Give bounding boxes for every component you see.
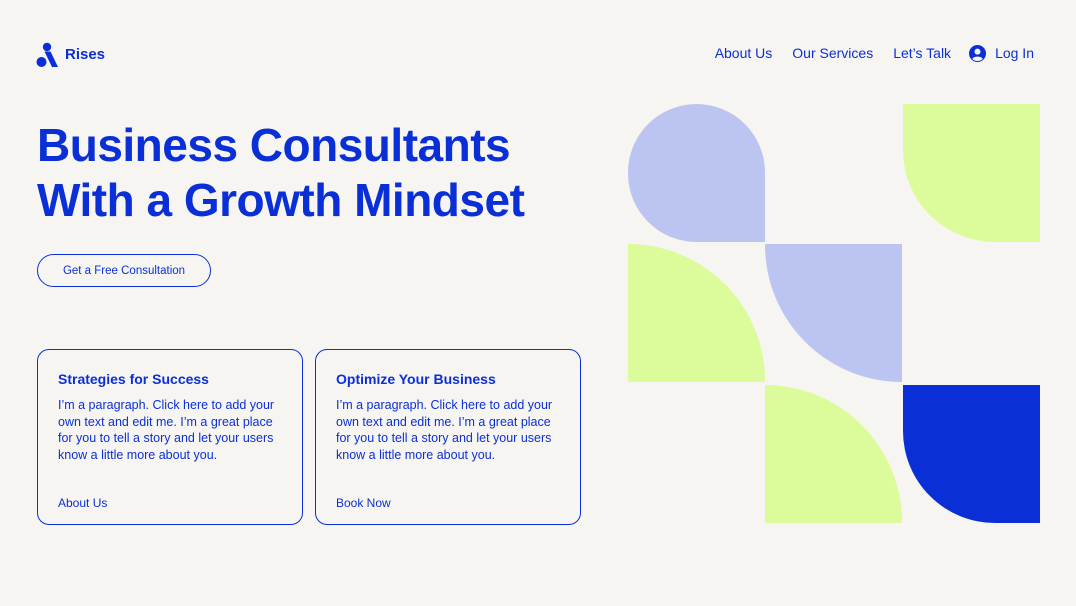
card-title: Optimize Your Business: [336, 371, 496, 387]
user-icon: [969, 44, 987, 62]
card-title: Strategies for Success: [58, 371, 209, 387]
book-now-link[interactable]: Book Now: [336, 496, 391, 510]
brand-name: Rises: [65, 46, 106, 63]
shape-lavender-quarter: [765, 244, 902, 382]
main-nav: About Us Our Services Let’s Talk Log In: [695, 44, 1034, 62]
card-paragraph: I’m a paragraph. Click here to add your …: [336, 398, 553, 462]
brand-logo[interactable]: Rises: [36, 41, 105, 68]
optimize-card: Optimize Your Business I’m a paragraph. …: [315, 349, 581, 525]
decorative-shapes: [628, 104, 1040, 523]
shape-lime-quarter: [628, 244, 765, 382]
about-us-link[interactable]: About Us: [58, 496, 107, 510]
logo-icon: [36, 42, 58, 67]
nav-about-us[interactable]: About Us: [715, 44, 773, 62]
hero-title-line-1: Business Consultants: [37, 119, 511, 171]
nav-our-services[interactable]: Our Services: [792, 44, 873, 62]
strategies-card: Strategies for Success I’m a paragraph. …: [37, 349, 303, 525]
card-paragraph: I’m a paragraph. Click here to add your …: [58, 398, 275, 462]
hero-title-line-2: With a Growth Mindset: [37, 174, 525, 226]
shape-lime-quarter: [765, 385, 902, 523]
nav-lets-talk[interactable]: Let’s Talk: [893, 44, 951, 62]
hero-title: Business Consultants With a Growth Minds…: [37, 118, 597, 228]
free-consultation-button[interactable]: Get a Free Consultation: [37, 254, 211, 287]
login-label: Log In: [995, 45, 1034, 61]
shape-lime-quarter: [903, 104, 1040, 242]
login-button[interactable]: Log In: [969, 44, 1034, 62]
shape-blue-quarter: [903, 385, 1040, 523]
shape-lavender-drop: [628, 104, 765, 242]
